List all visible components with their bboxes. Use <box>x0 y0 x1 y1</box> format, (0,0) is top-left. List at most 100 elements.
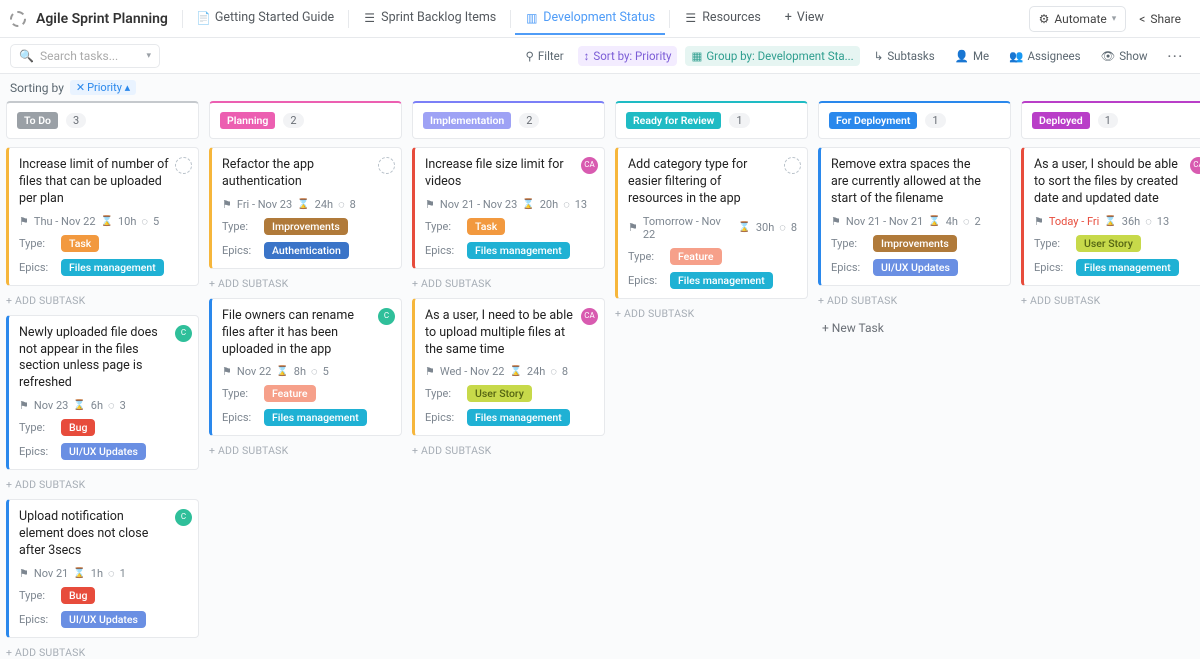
type-tag[interactable]: Improvements <box>264 218 348 235</box>
task-card[interactable]: Newly uploaded file does not appear in t… <box>6 315 199 471</box>
type-tag[interactable]: Feature <box>670 248 722 265</box>
column-count: 1 <box>729 113 749 128</box>
type-tag[interactable]: Task <box>467 218 505 235</box>
type-tag[interactable]: Bug <box>61 419 95 436</box>
task-card[interactable]: As a user, I should be able to sort the … <box>1021 147 1200 286</box>
points-icon: ◌ <box>108 399 115 412</box>
epic-tag[interactable]: Files management <box>670 272 773 289</box>
card-type-row: Type:User Story <box>1034 235 1200 252</box>
card-epic-row: Epics:Files management <box>425 409 594 426</box>
card-epic-row: Epics:Authentication <box>222 242 391 259</box>
assignee-avatar[interactable]: CA <box>581 308 598 325</box>
task-card[interactable]: Increase file size limit for videosCA ⚑ … <box>412 147 605 269</box>
automate-button[interactable]: ⚙Automate▾ <box>1029 6 1127 32</box>
column-ready-for-review: Ready for Review 1 Add category type for… <box>615 101 808 320</box>
pill-label: Subtasks <box>887 49 934 63</box>
epic-tag[interactable]: Files management <box>264 409 367 426</box>
column-header[interactable]: Planning 2 <box>209 101 402 139</box>
column-count: 3 <box>66 113 86 128</box>
tab-getting-started[interactable]: 📄Getting Started Guide <box>187 2 344 35</box>
add-subtask-button[interactable]: + ADD SUBTASK <box>412 277 605 290</box>
tab-sprint-backlog[interactable]: ☰Sprint Backlog Items <box>353 2 506 35</box>
new-task-button[interactable]: + New Task <box>818 315 1011 341</box>
more-button[interactable]: ··· <box>1162 46 1190 66</box>
epic-tag[interactable]: Files management <box>467 409 570 426</box>
card-hours: 30h <box>756 221 774 234</box>
task-card[interactable]: Remove extra spaces the are currently al… <box>818 147 1011 286</box>
group-button[interactable]: ▦Group by: Development Sta... <box>685 46 859 66</box>
assignee-avatar[interactable]: C <box>175 325 192 342</box>
add-subtask-button[interactable]: + ADD SUBTASK <box>6 478 199 491</box>
column-label: Deployed <box>1032 112 1090 129</box>
subtasks-button[interactable]: ↳Subtasks <box>868 46 941 66</box>
type-tag[interactable]: Task <box>61 235 99 252</box>
task-card[interactable]: Increase limit of number of files that c… <box>6 147 199 286</box>
task-card[interactable]: Upload notification element does not clo… <box>6 499 199 638</box>
epic-tag[interactable]: Files management <box>1076 259 1179 276</box>
column-header[interactable]: To Do 3 <box>6 101 199 139</box>
add-subtask-button[interactable]: + ADD SUBTASK <box>1021 294 1200 307</box>
type-tag[interactable]: Improvements <box>873 235 957 252</box>
hourglass-icon: ⌛ <box>928 216 940 227</box>
epic-tag[interactable]: Files management <box>467 242 570 259</box>
tab-add-view[interactable]: +View <box>775 2 834 35</box>
show-button[interactable]: 👁Show <box>1095 46 1154 66</box>
epic-tag[interactable]: UI/UX Updates <box>61 443 146 460</box>
card-meta: ⚑ Fri - Nov 23 ⌛24h ◌8 <box>222 198 391 211</box>
task-card[interactable]: File owners can rename files after it ha… <box>209 298 402 437</box>
add-subtask-button[interactable]: + ADD SUBTASK <box>412 444 605 457</box>
type-tag[interactable]: Feature <box>264 385 316 402</box>
me-button[interactable]: 👤Me <box>949 46 995 66</box>
assignee-empty-icon[interactable]: ✦ <box>378 157 395 174</box>
search-input[interactable]: 🔍 Search tasks... ▾ <box>10 44 160 68</box>
add-subtask-button[interactable]: + ADD SUBTASK <box>615 307 808 320</box>
assignee-avatar[interactable]: CA <box>581 157 598 174</box>
epic-tag[interactable]: Files management <box>61 259 164 276</box>
card-title: Upload notification element does not clo… <box>19 509 188 560</box>
assignees-button[interactable]: 👥Assignees <box>1003 46 1086 66</box>
card-type-row: Type: Task <box>19 235 188 252</box>
assignee-avatar[interactable]: C <box>378 308 395 325</box>
points-icon: ◌ <box>141 215 148 228</box>
filter-button[interactable]: ⚲Filter <box>519 46 569 66</box>
type-tag[interactable]: Bug <box>61 587 95 604</box>
column-header[interactable]: Implementation 2 <box>412 101 605 139</box>
share-button[interactable]: <Share <box>1130 7 1190 31</box>
add-subtask-button[interactable]: + ADD SUBTASK <box>6 646 199 659</box>
list-icon: ☰ <box>363 11 376 24</box>
task-card[interactable]: Add category type for easier filtering o… <box>615 147 808 299</box>
card-date: Wed - Nov 22 <box>440 365 505 378</box>
sort-button[interactable]: ↕Sort by: Priority <box>578 46 678 66</box>
tab-resources[interactable]: ☰Resources <box>674 2 771 35</box>
card-type-row: Type:Feature <box>628 248 797 265</box>
epic-tag[interactable]: UI/UX Updates <box>873 259 958 276</box>
card-epic-row: Epics:UI/UX Updates <box>19 443 188 460</box>
column-header[interactable]: For Deployment 1 <box>818 101 1011 139</box>
type-label: Type: <box>19 237 51 250</box>
button-label: Automate <box>1054 12 1106 26</box>
pill-label: Filter <box>538 49 564 63</box>
type-tag[interactable]: User Story <box>467 385 532 402</box>
assignee-avatar[interactable]: C <box>175 509 192 526</box>
assignee-avatar[interactable]: CA <box>1190 157 1200 174</box>
card-epic-row: Epics:Files management <box>425 242 594 259</box>
add-subtask-button[interactable]: + ADD SUBTASK <box>6 294 199 307</box>
tab-development-status[interactable]: ▥Development Status <box>515 2 665 35</box>
add-subtask-button[interactable]: + ADD SUBTASK <box>209 277 402 290</box>
points-icon: ◌ <box>338 198 345 211</box>
assignee-empty-icon[interactable]: ✦ <box>175 157 192 174</box>
task-card[interactable]: As a user, I need to be able to upload m… <box>412 298 605 437</box>
sort-chip[interactable]: ✕Priority ▴ <box>70 80 136 95</box>
epic-tag[interactable]: Authentication <box>264 242 349 259</box>
card-title: As a user, I should be able to sort the … <box>1034 157 1200 208</box>
assignee-empty-icon[interactable]: ✦ <box>784 157 801 174</box>
type-tag[interactable]: User Story <box>1076 235 1141 252</box>
add-subtask-button[interactable]: + ADD SUBTASK <box>818 294 1011 307</box>
column-header[interactable]: Deployed 1 <box>1021 101 1200 139</box>
epic-tag[interactable]: UI/UX Updates <box>61 611 146 628</box>
share-icon: < <box>1139 12 1145 26</box>
task-card[interactable]: Refactor the app authentication✦ ⚑ Fri -… <box>209 147 402 269</box>
add-subtask-button[interactable]: + ADD SUBTASK <box>209 444 402 457</box>
topbar: Agile Sprint Planning 📄Getting Started G… <box>0 0 1200 38</box>
column-header[interactable]: Ready for Review 1 <box>615 101 808 139</box>
